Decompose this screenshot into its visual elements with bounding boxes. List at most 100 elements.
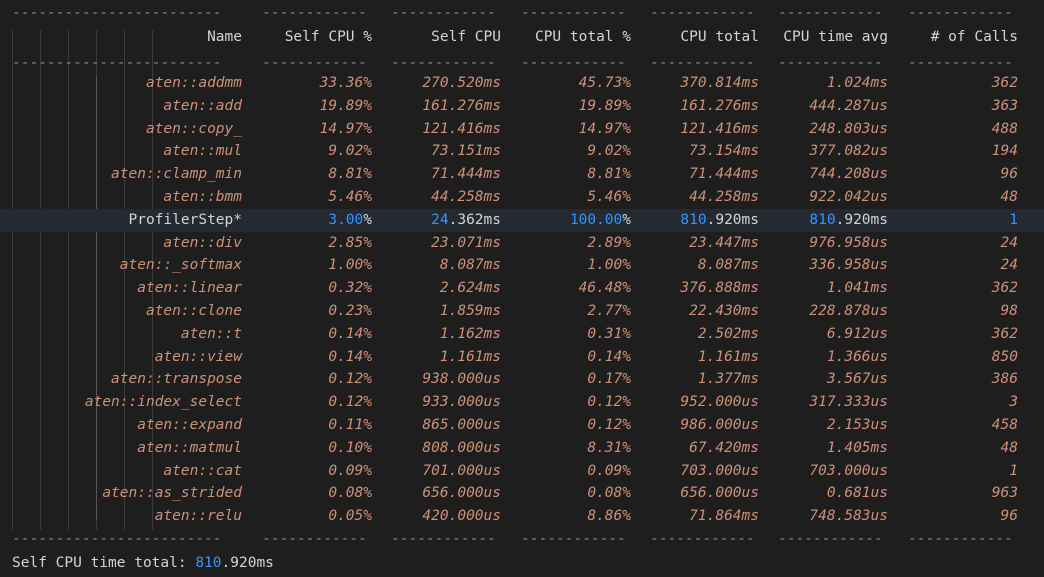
row-cpu-total-pct: 0.31% — [587, 325, 631, 342]
row-cpu-time-avg: 2.153us — [826, 417, 888, 433]
row-name: ProfilerStep* — [128, 212, 243, 228]
column-header-cpu-total-pct: CPU total % — [534, 29, 631, 45]
row-cpu-total-pct-unit: % — [622, 212, 631, 228]
row-cpu-total-pct-number: 100.00 — [569, 212, 623, 228]
row-cpu-total-pct: 19.89% — [578, 97, 631, 114]
row-self-cpu-pct: 19.89% — [319, 97, 372, 114]
row-cpu-total-pct: 0.09% — [587, 462, 631, 479]
row-name: aten::mul — [163, 143, 242, 160]
row-self-cpu: 938.000us — [422, 371, 501, 388]
row-name: aten::clamp_min — [111, 166, 242, 183]
row-self-cpu: 701.000us — [422, 462, 501, 479]
row-cpu-time-avg: 748.583us — [809, 508, 888, 525]
self-cpu-time-total: Self CPU time total: 810.920ms — [12, 552, 274, 574]
row-num-calls: 48 — [1000, 439, 1018, 456]
row-self-cpu: 808.000us — [422, 439, 501, 456]
row-num-calls-number: 1 — [1009, 212, 1018, 228]
row-cpu-total: 161.276ms — [680, 97, 759, 114]
row-cpu-time-avg: 228.878us — [809, 303, 888, 319]
footer-value-number: 810 — [195, 555, 222, 571]
row-cpu-total: 1.161ms — [697, 348, 759, 365]
row-cpu-total-pct: 8.86% — [587, 508, 631, 525]
row-name: aten::clone — [145, 303, 242, 319]
row-cpu-total: 2.502ms — [697, 325, 759, 342]
row-cpu-total-pct: 46.48% — [578, 280, 631, 297]
row-self-cpu-pct: 3.00% — [260, 209, 372, 232]
row-self-cpu-number: 24 — [431, 212, 449, 228]
row-self-cpu: 933.000us — [422, 394, 501, 411]
column-header-self-cpu-pct: Self CPU % — [284, 29, 372, 45]
header-separator-col: ------------ — [521, 55, 626, 71]
row-self-cpu-pct-unit: % — [363, 212, 372, 228]
row-num-calls: 48 — [1000, 189, 1018, 205]
footer-separator-col: ------------ — [908, 531, 1013, 547]
row-self-cpu: 23.071ms — [431, 234, 501, 251]
row-cpu-total: 121.416ms — [680, 120, 759, 137]
row-cpu-time-avg: 0.681us — [826, 485, 888, 502]
row-self-cpu: 121.416ms — [422, 120, 501, 137]
row-cpu-total: 376.888ms — [680, 280, 759, 297]
top-separator-col: ------------ — [262, 5, 367, 21]
row-num-calls: 362 — [991, 325, 1018, 342]
row-cpu-total: 22.430ms — [689, 303, 759, 319]
row-self-cpu: 8.087ms — [439, 257, 501, 274]
row-cpu-total-pct: 100.00% — [519, 209, 631, 232]
footer-separator-name: ------------------------ — [12, 531, 222, 547]
row-cpu-time-avg: 1.405ms — [826, 439, 888, 456]
row-cpu-time-avg: 377.082us — [809, 143, 888, 160]
row-cpu-time-avg: 317.333us — [809, 394, 888, 411]
top-separator-col: ------------ — [391, 5, 496, 21]
column-header-self-cpu: Self CPU — [431, 29, 501, 45]
row-self-cpu-pct: 0.10% — [328, 439, 372, 456]
row-cpu-time-avg: 1.041ms — [826, 280, 888, 297]
table-row: aten::index_select 0.12% 933.000us 0.12% 952… — [0, 391, 1044, 414]
top-separator-name: ------------------------ — [12, 5, 222, 21]
row-cpu-total: 952.000us — [680, 394, 759, 411]
row-cpu-total-pct: 8.31% — [587, 439, 631, 456]
row-self-cpu: 270.520ms — [422, 75, 501, 91]
column-header-cpu-total: CPU total — [680, 29, 759, 45]
row-cpu-total-pct: 8.81% — [587, 166, 631, 183]
row-self-cpu: 2.624ms — [439, 280, 501, 297]
header-separator-name: ------------------------ — [12, 55, 222, 71]
row-name: aten::add — [163, 97, 242, 114]
row-cpu-time-avg: 1.366us — [826, 348, 888, 365]
row-cpu-total-pct: 0.17% — [587, 371, 631, 388]
row-num-calls: 488 — [991, 120, 1018, 137]
row-self-cpu: 1.162ms — [439, 325, 501, 342]
footer-label: Self CPU time total: — [12, 555, 196, 571]
row-cpu-total: 656.000us — [680, 485, 759, 502]
row-cpu-time-avg: 336.958us — [809, 257, 888, 274]
row-num-calls: 3 — [1009, 394, 1018, 411]
row-cpu-total-pct: 14.97% — [578, 120, 631, 137]
row-cpu-time-avg-number: 810 — [809, 212, 836, 228]
row-cpu-time-avg: 6.912us — [826, 325, 888, 342]
row-cpu-total-pct: 0.08% — [587, 485, 631, 502]
table-row: aten::expand 0.11% 865.000us 0.12% 986.000us… — [0, 414, 1044, 437]
row-self-cpu: 24.362ms — [390, 209, 501, 232]
row-num-calls: 24 — [1000, 234, 1018, 251]
row-self-cpu-pct: 33.36% — [319, 75, 372, 91]
row-num-calls: 363 — [991, 97, 1018, 114]
top-separator-col: ------------ — [778, 5, 883, 21]
table-row: aten::clamp_min 8.81% 71.444ms 8.81% 71.444m… — [0, 163, 1044, 186]
row-name: aten::bmm — [163, 189, 242, 205]
top-separator-col: ------------ — [908, 5, 1013, 21]
row-num-calls: 458 — [991, 417, 1018, 433]
row-self-cpu-pct: 14.97% — [319, 120, 372, 137]
footer-separator-col: ------------ — [262, 531, 367, 547]
row-self-cpu-pct: 0.05% — [328, 508, 372, 525]
table-row: aten::addmm 33.36% 270.520ms 45.73% 370.814m… — [0, 72, 1044, 95]
row-cpu-total-pct: 5.46% — [587, 189, 631, 205]
row-num-calls: 98 — [1000, 303, 1018, 319]
row-cpu-time-avg: 703.000us — [809, 462, 888, 479]
row-self-cpu-pct: 0.11% — [328, 417, 372, 433]
row-cpu-total-rest: .920ms — [706, 212, 759, 228]
row-name: aten::view — [154, 348, 242, 365]
table-row: aten::_softmax 1.00% 8.087ms 1.00% 8.087ms 33… — [0, 254, 1044, 277]
row-cpu-total: 44.258ms — [689, 189, 759, 205]
row-num-calls: 24 — [1000, 257, 1018, 274]
row-cpu-total-pct: 2.77% — [587, 303, 631, 319]
row-self-cpu-pct: 0.14% — [328, 348, 372, 365]
row-self-cpu-rest: .362ms — [448, 212, 501, 228]
